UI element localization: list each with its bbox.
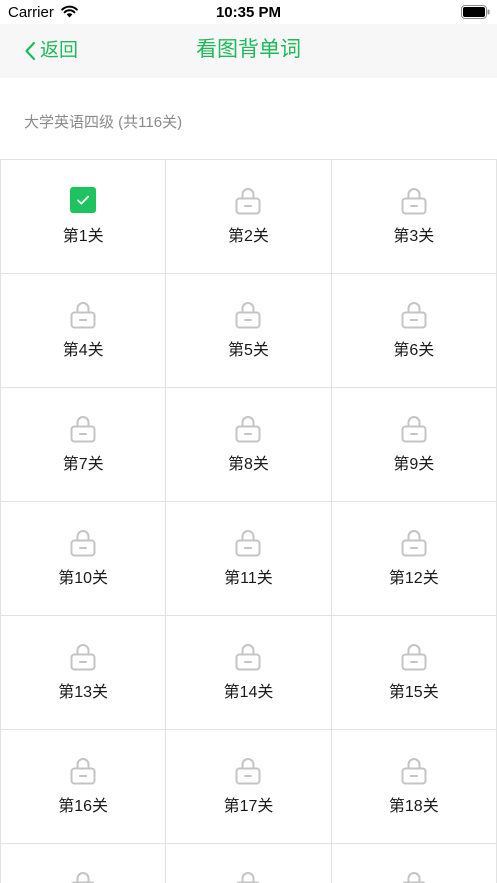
level-label: 第7关 <box>62 456 104 473</box>
status-bar: Carrier 10:35 PM <box>0 0 497 24</box>
level-cell-11[interactable]: 第11关 <box>166 502 332 616</box>
lock-icon <box>399 185 429 215</box>
level-cell-14[interactable]: 第14关 <box>166 616 332 730</box>
level-cell-9[interactable]: 第9关 <box>331 388 497 502</box>
level-label: 第1关 <box>62 228 104 245</box>
level-cell-5[interactable]: 第5关 <box>166 274 332 388</box>
level-cell-partial[interactable] <box>331 844 497 883</box>
navigation-bar: 返回 看图背单词 <box>0 24 497 78</box>
lock-icon <box>399 299 429 329</box>
level-label: 第16关 <box>58 798 109 815</box>
lock-icon <box>233 869 263 883</box>
lock-icon <box>68 299 98 329</box>
level-cell-10[interactable]: 第10关 <box>1 502 167 616</box>
lock-icon <box>68 869 98 883</box>
level-label: 第8关 <box>228 456 269 473</box>
lock-icon <box>233 755 263 785</box>
level-label: 第18关 <box>388 798 439 815</box>
level-label: 第11关 <box>224 570 273 587</box>
lock-icon <box>233 299 263 329</box>
level-label: 第12关 <box>388 570 439 587</box>
page-title: 看图背单词 <box>196 38 301 61</box>
lock-icon <box>399 755 429 785</box>
level-label: 第10关 <box>58 570 109 587</box>
level-cell-7[interactable]: 第7关 <box>1 388 167 502</box>
lock-icon <box>68 755 98 785</box>
level-label: 第2关 <box>228 228 269 245</box>
level-cell-8[interactable]: 第8关 <box>166 388 332 502</box>
level-label: 第5关 <box>228 342 269 359</box>
level-cell-partial[interactable] <box>166 844 332 883</box>
level-cell-16[interactable]: 第16关 <box>1 730 167 844</box>
level-cell-4[interactable]: 第4关 <box>1 274 167 388</box>
check-icon <box>68 185 98 215</box>
lock-icon <box>399 869 429 883</box>
lock-icon <box>68 413 98 443</box>
level-label: 第13关 <box>58 684 109 701</box>
level-label: 第14关 <box>223 684 274 701</box>
level-cell-15[interactable]: 第15关 <box>331 616 497 730</box>
level-label: 第6关 <box>393 342 435 359</box>
level-label: 第15关 <box>388 684 439 701</box>
level-cell-17[interactable]: 第17关 <box>166 730 332 844</box>
level-cell-6[interactable]: 第6关 <box>331 274 497 388</box>
lock-icon <box>233 185 263 215</box>
lock-icon <box>68 527 98 557</box>
status-time: 10:35 PM <box>215 4 282 21</box>
level-label: 第9关 <box>393 456 435 473</box>
lock-icon <box>68 641 98 671</box>
lock-icon <box>233 641 263 671</box>
lock-icon <box>233 527 263 557</box>
battery-icon <box>461 5 490 19</box>
level-cell-partial[interactable] <box>1 844 167 883</box>
level-cell-18[interactable]: 第18关 <box>331 730 497 844</box>
level-cell-3[interactable]: 第3关 <box>331 160 497 274</box>
level-label: 第3关 <box>393 228 435 245</box>
level-label: 第4关 <box>62 342 104 359</box>
lock-icon <box>399 413 429 443</box>
level-cell-13[interactable]: 第13关 <box>1 616 167 730</box>
level-cell-2[interactable]: 第2关 <box>166 160 332 274</box>
lock-icon <box>233 413 263 443</box>
level-cell-1[interactable]: 第1关 <box>1 160 167 274</box>
level-set-title: 大学英语四级 (共116关) <box>24 114 183 131</box>
lock-icon <box>399 527 429 557</box>
level-label: 第17关 <box>223 798 274 815</box>
lock-icon <box>399 641 429 671</box>
level-cell-12[interactable]: 第12关 <box>331 502 497 616</box>
level-grid: 第1关 第2关 第3关第4关 第5关 第6关第7关 第8关 第9关第10关 第11关 第12关第… <box>0 159 497 883</box>
